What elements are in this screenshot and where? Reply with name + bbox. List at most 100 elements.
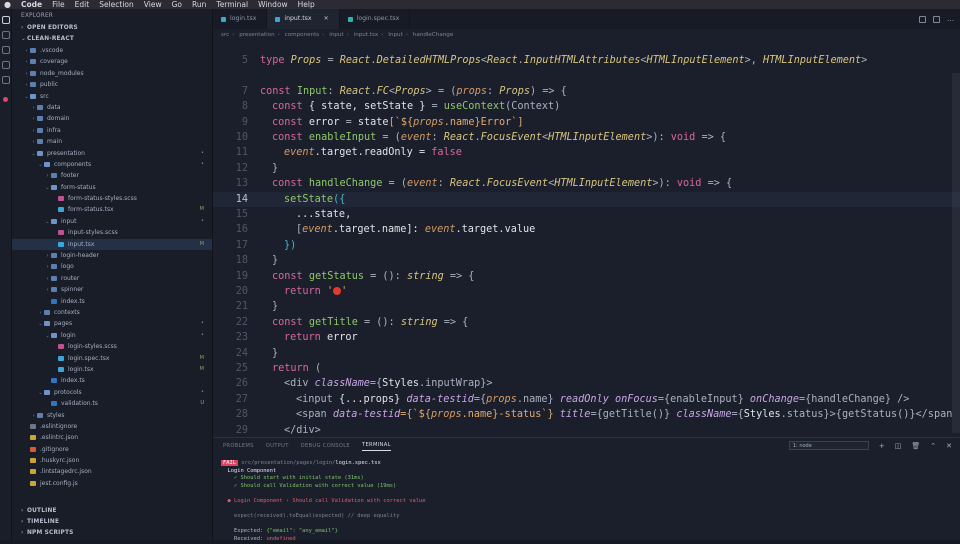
menu-window[interactable]: Window [258, 0, 288, 9]
tab-terminal[interactable]: TERMINAL [362, 442, 391, 451]
more-actions-icon[interactable]: … [947, 15, 954, 23]
terminal-output[interactable]: FAIL src/presentation/pages/login/login.… [221, 460, 425, 544]
tree-folder[interactable]: ⌄ components • [12, 159, 212, 170]
code-editor[interactable]: 5 type Props = React.DetailedHTMLProps<Re… [213, 53, 960, 437]
breadcrumb-item[interactable]: src [221, 32, 229, 38]
tree-file[interactable]: form-status.tsx M [12, 204, 212, 215]
tree-file[interactable]: form-status-styles.scss [12, 193, 212, 204]
menu-go[interactable]: Go [172, 0, 182, 9]
tree-folder[interactable]: › login-header [12, 250, 212, 261]
menu-code[interactable]: Code [21, 0, 42, 9]
tab-output[interactable]: OUTPUT [266, 443, 289, 449]
tree-folder[interactable]: › node_modules [12, 68, 212, 79]
tree-folder[interactable]: › infra [12, 125, 212, 136]
compare-icon[interactable] [919, 15, 926, 23]
breadcrumb-item[interactable]: Input [388, 32, 402, 38]
tab-debug-console[interactable]: DEBUG CONSOLE [301, 443, 350, 449]
tab-input-tsx[interactable]: input.tsx ✕ [267, 9, 340, 29]
folder-icon [51, 264, 57, 270]
npm-scripts-section[interactable]: › NPM SCRIPTS [12, 528, 213, 539]
tree-folder[interactable]: › data [12, 102, 212, 113]
tree-folder[interactable]: ⌄ input • [12, 216, 212, 227]
breadcrumb-item[interactable]: input.tsx [354, 32, 379, 38]
apple-menu[interactable]: ● [4, 0, 11, 9]
tree-file[interactable]: index.ts [12, 375, 212, 386]
tab-problems[interactable]: PROBLEMS [223, 443, 254, 449]
split-terminal-icon[interactable]: ◫ [895, 442, 902, 450]
menu-view[interactable]: View [144, 0, 162, 9]
menu-help[interactable]: Help [298, 0, 315, 9]
project-section[interactable]: ⌄CLEAN-REACT [12, 34, 212, 45]
menu-edit[interactable]: Edit [75, 0, 90, 9]
tree-folder[interactable]: › styles [12, 410, 212, 421]
expected-value: {"email": "any_email"} [266, 528, 338, 535]
menu-terminal[interactable]: Terminal [216, 0, 248, 9]
tree-file[interactable]: login.tsx M [12, 364, 212, 375]
tree-file[interactable]: .gitignore [12, 444, 212, 455]
tree-file[interactable]: jest.config.js [12, 478, 212, 489]
editor-scrollbar[interactable] [952, 73, 960, 433]
tree-folder[interactable]: ⌄ src [12, 91, 212, 102]
explorer-icon[interactable] [2, 16, 10, 24]
menu-run[interactable]: Run [192, 0, 206, 9]
tree-folder[interactable]: › public [12, 79, 212, 90]
tab-login-spec-tsx[interactable]: login.spec.tsx [340, 9, 411, 29]
maximize-panel-icon[interactable]: ⌃ [930, 442, 936, 450]
tree-file[interactable]: input-styles.scss [12, 227, 212, 238]
breadcrumb-item[interactable]: input [329, 32, 343, 38]
search-icon[interactable] [2, 31, 10, 39]
outline-section[interactable]: › OUTLINE [12, 506, 213, 517]
tree-folder[interactable]: › coverage [12, 56, 212, 67]
code-token: .target.name]: [332, 224, 425, 236]
menu-file[interactable]: File [52, 0, 65, 9]
tree-file[interactable]: .lintstagedrc.json [12, 466, 212, 477]
tree-folder[interactable]: ⌄ protocols • [12, 387, 212, 398]
menu-selection[interactable]: Selection [99, 0, 134, 9]
trash-icon[interactable]: 🗑 [911, 442, 920, 450]
tree-file[interactable]: index.ts [12, 296, 212, 307]
tree-folder[interactable]: ⌄ presentation • [12, 148, 212, 159]
tree-folder[interactable]: ⌄ pages • [12, 318, 212, 329]
folder-icon [51, 184, 57, 190]
tree-folder[interactable]: › logo [12, 261, 212, 272]
tree-folder[interactable]: › footer [12, 170, 212, 181]
tree-folder[interactable]: › contexts [12, 307, 212, 318]
timeline-section[interactable]: › TIMELINE [12, 517, 213, 528]
tree-label: .huskyrc.json [40, 457, 80, 465]
tree-folder[interactable]: › main [12, 136, 212, 147]
folder-icon [51, 253, 57, 259]
code-token: HTMLInputElement [548, 132, 647, 143]
code-token: const [272, 316, 309, 328]
code-token: } [272, 347, 279, 359]
tree-folder[interactable]: ⌄ form-status [12, 182, 212, 193]
breadcrumb-item[interactable]: presentation [239, 32, 274, 38]
source-control-icon[interactable] [2, 46, 10, 54]
folder-icon [51, 218, 57, 224]
tree-file[interactable]: .eslintignore [12, 421, 212, 432]
tree-folder[interactable]: ⌄ login • [12, 330, 212, 341]
close-icon[interactable]: ✕ [324, 9, 329, 29]
open-editors-section[interactable]: › OPEN EDITORS [12, 23, 212, 34]
tree-file[interactable]: .eslintrc.json [12, 432, 212, 443]
breadcrumb-item[interactable]: components [285, 32, 320, 38]
project-label: CLEAN-REACT [27, 36, 74, 42]
breadcrumb-item[interactable]: handleChange [413, 32, 453, 38]
tree-folder[interactable]: › spinner [12, 284, 212, 295]
tree-folder[interactable]: › router [12, 273, 212, 284]
tree-file[interactable]: validation.ts U [12, 398, 212, 409]
close-panel-icon[interactable]: ✕ [946, 442, 952, 450]
tree-folder[interactable]: › domain [12, 113, 212, 124]
tree-folder[interactable]: › .vscode [12, 45, 212, 56]
code-token: readOnly [559, 393, 615, 405]
tree-file[interactable]: input.tsx M [12, 238, 212, 251]
add-terminal-icon[interactable]: + [879, 442, 885, 450]
extensions-icon[interactable] [2, 76, 10, 84]
tree-label: spinner [61, 286, 84, 294]
terminal-select[interactable]: 1: node [788, 441, 869, 450]
split-editor-icon[interactable] [933, 15, 940, 23]
run-debug-icon[interactable] [2, 61, 10, 69]
tab-login-tsx[interactable]: login.tsx [213, 9, 268, 29]
tree-file[interactable]: login.spec.tsx M [12, 353, 212, 364]
tree-file[interactable]: .huskyrc.json [12, 455, 212, 466]
tree-file[interactable]: login-styles.scss [12, 341, 212, 352]
